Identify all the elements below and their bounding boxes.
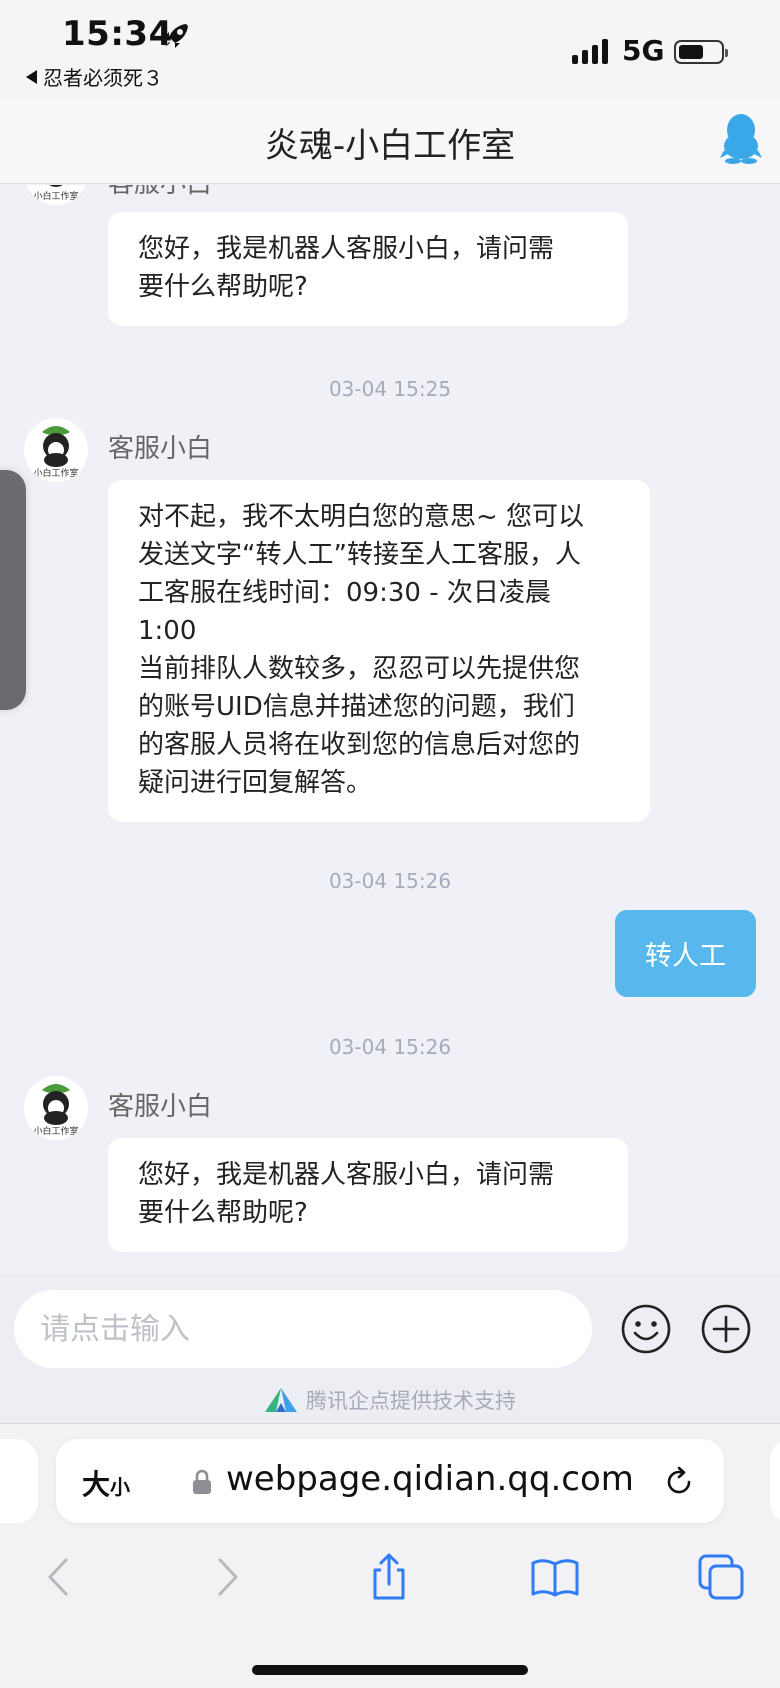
lock-icon: [193, 1469, 211, 1494]
add-plus-icon[interactable]: [700, 1303, 752, 1355]
input-area: 腾讯企点提供技术支持: [0, 1273, 780, 1423]
avatar: 小白工作室: [24, 418, 88, 482]
message-timestamp: 03-04 15:25: [328, 377, 452, 401]
floating-side-tab[interactable]: [0, 470, 26, 710]
home-indicator: [252, 1665, 528, 1675]
bot-message-bubble: 您好，我是机器人客服小白，请问需 要什么帮助呢?: [108, 212, 628, 326]
sender-name: 客服小白: [108, 1092, 213, 1122]
back-app-label: 忍者必须死３: [43, 66, 163, 90]
page-title: 炎魂-小白工作室: [264, 126, 516, 166]
svg-text:小白工作室: 小白工作室: [33, 467, 78, 479]
tabs-icon[interactable]: [696, 1552, 746, 1602]
status-time: 15:34: [62, 14, 173, 54]
signal-icon: [572, 38, 608, 64]
next-tab-preview[interactable]: [770, 1439, 780, 1523]
powered-by: 腾讯企点提供技术支持: [0, 1385, 780, 1415]
penguin-avatar-icon: 小白工作室: [33, 185, 79, 202]
message-input[interactable]: [14, 1290, 592, 1368]
chat-area[interactable]: 小白工作室 客服小白 您好，我是机器人客服小白，请问需 要什么帮助呢? 03-0…: [0, 185, 780, 1273]
back-to-app-link[interactable]: 忍者必须死３: [26, 62, 163, 91]
penguin-avatar-icon: 小白工作室: [33, 1084, 79, 1137]
battery-icon: [674, 40, 728, 64]
status-bar: 15:34 忍者必须死３ 5G: [0, 0, 780, 100]
reload-icon[interactable]: [662, 1465, 696, 1499]
sender-name: 客服小白: [108, 434, 213, 464]
back-chevron-icon[interactable]: [34, 1552, 84, 1602]
qq-penguin-icon[interactable]: [720, 112, 762, 164]
title-bar: 炎魂-小白工作室: [0, 100, 780, 184]
penguin-avatar-icon: 小白工作室: [33, 426, 79, 479]
previous-tab-preview[interactable]: [0, 1439, 38, 1523]
svg-text:小白工作室: 小白工作室: [33, 1125, 78, 1137]
powered-by-label: 腾讯企点提供技术支持: [306, 1389, 516, 1413]
bookmarks-icon[interactable]: [530, 1552, 580, 1602]
sender-name: 客服小白: [108, 185, 212, 200]
avatar: 小白工作室: [24, 1076, 88, 1140]
network-type: 5G: [622, 34, 665, 67]
text-size-button[interactable]: 大小: [82, 1463, 130, 1503]
share-icon[interactable]: [364, 1552, 414, 1602]
forward-chevron-icon[interactable]: [202, 1552, 252, 1602]
address-bar[interactable]: 大小 webpage.qidian.qq.com: [56, 1439, 724, 1523]
user-message-bubble: 转人工: [615, 910, 756, 997]
back-triangle-icon: [26, 69, 37, 84]
svg-text:小白工作室: 小白工作室: [33, 190, 78, 202]
emoji-icon[interactable]: [620, 1303, 672, 1355]
qidian-logo-icon: [265, 1388, 297, 1412]
message-timestamp: 03-04 15:26: [328, 1035, 452, 1059]
avatar: 小白工作室: [24, 185, 88, 205]
rocket-icon: [164, 24, 188, 48]
bot-message-bubble: 您好，我是机器人客服小白，请问需 要什么帮助呢?: [108, 1138, 628, 1252]
url-text: webpage.qidian.qq.com: [226, 1459, 634, 1499]
message-timestamp: 03-04 15:26: [328, 869, 452, 893]
browser-toolbar: 大小 webpage.qidian.qq.com: [0, 1423, 780, 1688]
bot-message-bubble: 对不起，我不太明白您的意思~ 您可以 发送文字“转人工”转接至人工客服，人 工客…: [108, 480, 650, 822]
